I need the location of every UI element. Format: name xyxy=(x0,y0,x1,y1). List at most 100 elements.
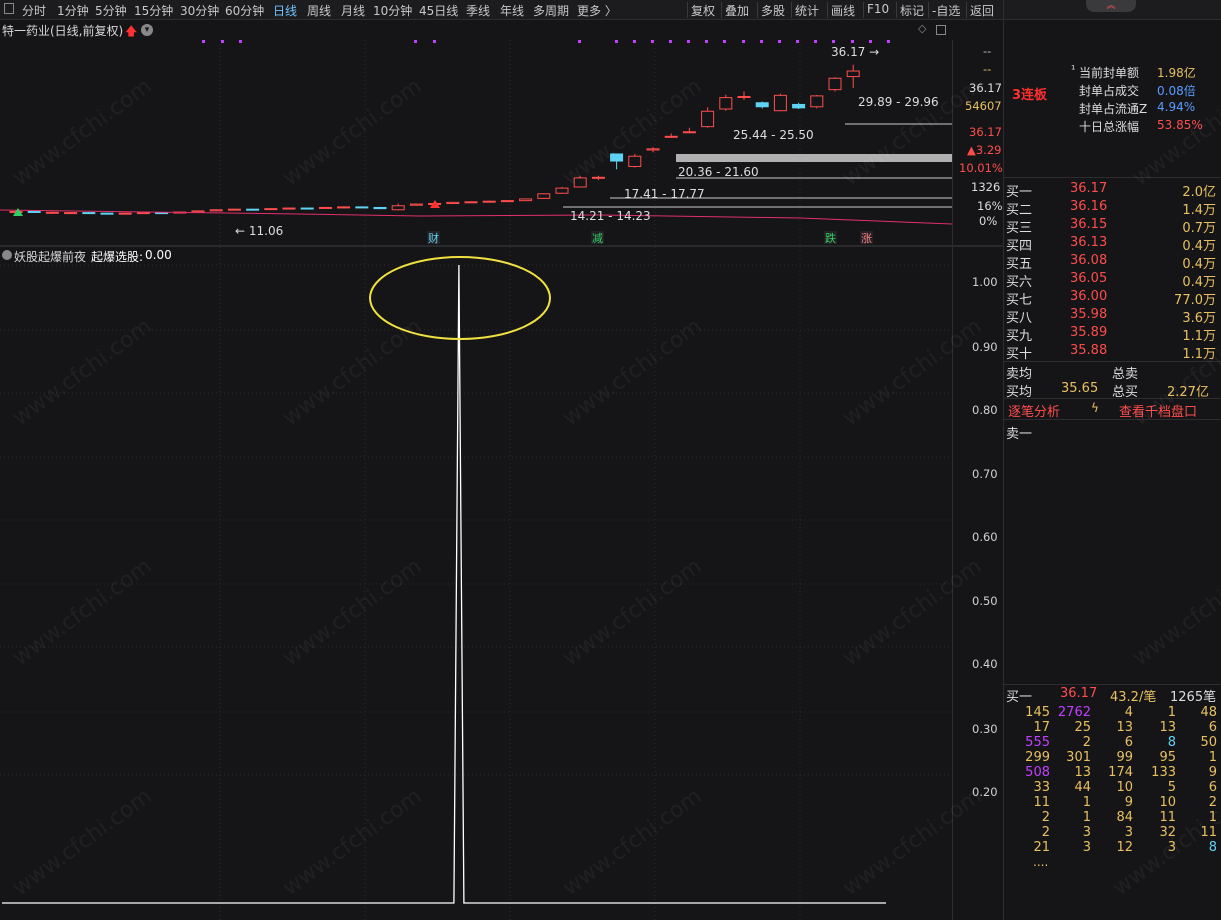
collapse-up-icon[interactable]: ︽ xyxy=(1086,0,1136,12)
signal-dot xyxy=(633,40,636,43)
buy-avg-value: 35.65 xyxy=(1061,381,1099,396)
tool-2[interactable]: 多股 xyxy=(761,2,785,19)
order-book-panel: ︽ 3连板 卖均 总卖 买均 35.65 总买 2.27亿 逐笔分析 ϟ 查看千… xyxy=(1003,0,1221,920)
candle-body xyxy=(828,77,842,91)
tool-4[interactable]: 画线 xyxy=(831,2,855,19)
period-tab-0[interactable]: 分时 xyxy=(22,2,46,19)
signal-dot xyxy=(832,40,835,43)
period-tab-13[interactable]: 多周期 xyxy=(533,2,569,19)
candle-body xyxy=(337,206,351,209)
candle-body xyxy=(755,102,769,108)
period-tab-12[interactable]: 年线 xyxy=(500,2,524,19)
axis-dash-2: -- xyxy=(983,62,992,76)
event-zhang-label: 涨 xyxy=(861,232,872,245)
signal-dot xyxy=(578,40,581,43)
candle-body xyxy=(810,95,824,108)
info-icon[interactable]: ¹ xyxy=(1071,63,1075,76)
tool-5[interactable]: F10 xyxy=(867,2,889,16)
period-tab-11[interactable]: 季线 xyxy=(466,2,490,19)
candle-body xyxy=(773,94,787,112)
axis-tick: 0.90 xyxy=(972,340,998,354)
period-tab-8[interactable]: 月线 xyxy=(341,2,365,19)
bid-price: 36.05 xyxy=(1070,271,1108,286)
bid-label: 买三 xyxy=(1006,221,1033,236)
event-cai-label: 财 xyxy=(428,231,439,245)
period-tab-10[interactable]: 45日线 xyxy=(419,2,458,19)
level-band xyxy=(676,154,952,162)
queue-cell: 2 xyxy=(1208,795,1217,810)
signal-dot xyxy=(778,40,781,43)
label-level-1: 29.89 - 29.96 xyxy=(858,95,939,109)
divider xyxy=(1004,398,1221,399)
signal-dot xyxy=(414,40,417,43)
tool-8[interactable]: 返回 xyxy=(970,2,994,19)
period-tab-14[interactable]: 更多 〉 xyxy=(577,2,617,19)
signal-dot xyxy=(760,40,763,43)
tool-6[interactable]: 标记 xyxy=(900,2,924,19)
candle-body xyxy=(373,206,387,210)
candle-body xyxy=(282,207,296,210)
tool-1[interactable]: 叠加 xyxy=(725,2,749,19)
bid-label: 买一 xyxy=(1006,185,1033,200)
candle-body xyxy=(464,201,478,204)
period-tab-4[interactable]: 30分钟 xyxy=(180,2,219,19)
chevron-down-icon[interactable]: ▾ xyxy=(141,24,153,36)
candle-body xyxy=(409,203,423,206)
seal-label: 十日总涨幅 xyxy=(1079,120,1140,134)
bid-volume: 0.4万 xyxy=(1182,257,1216,272)
candle-body xyxy=(591,176,605,179)
tool-0[interactable]: 复权 xyxy=(691,2,715,19)
kline-chart[interactable]: 36.17 → 29.89 - 29.96 25.44 - 25.50 20.36 -… xyxy=(0,40,952,245)
indicator-menu-icon[interactable] xyxy=(2,250,12,260)
candle-body xyxy=(610,153,624,162)
period-tab-6[interactable]: 日线 xyxy=(273,2,297,19)
bid-volume: 0.4万 xyxy=(1182,239,1216,254)
depth-link[interactable]: 查看千档盘口 xyxy=(1119,401,1197,420)
candle-body xyxy=(27,210,41,213)
event-die-label: 跌 xyxy=(825,231,836,245)
seal-row: 十日总涨幅 53.85% xyxy=(1004,117,1221,135)
seal-row: 封单占流通Z 4.94% xyxy=(1004,99,1221,117)
buy-avg-row: 买均 35.65 总买 2.27亿 xyxy=(1004,380,1221,400)
candle-body xyxy=(737,95,751,98)
period-tab-5[interactable]: 60分钟 xyxy=(225,2,264,19)
period-tab-9[interactable]: 10分钟 xyxy=(373,2,412,19)
axis-tick: 0.70 xyxy=(972,467,998,481)
period-tab-7[interactable]: 周线 xyxy=(307,2,331,19)
candle-body xyxy=(209,209,223,212)
maximize-icon[interactable] xyxy=(936,25,946,35)
queue-cell: 6 xyxy=(1208,720,1217,735)
candle-body xyxy=(136,212,150,215)
candle-body xyxy=(446,201,460,204)
tool-3[interactable]: 统计 xyxy=(795,2,819,19)
seal-label: 封单占流通Z xyxy=(1079,102,1148,116)
tool-7[interactable]: -自选 xyxy=(932,2,960,19)
period-tab-2[interactable]: 5分钟 xyxy=(95,2,127,19)
candle-body xyxy=(246,208,260,211)
panel-toggle-icon[interactable] xyxy=(4,3,14,14)
period-tab-1[interactable]: 1分钟 xyxy=(57,2,89,19)
signal-dot xyxy=(651,40,654,43)
candle-body xyxy=(537,193,551,199)
axis-last: 36.17 xyxy=(969,125,1002,139)
bid-label: 买十 xyxy=(1006,347,1033,362)
bid-price: 36.00 xyxy=(1070,289,1108,304)
indicator-chart[interactable] xyxy=(0,247,952,920)
bid-price: 36.17 xyxy=(1070,181,1108,196)
tick-analysis-link[interactable]: 逐笔分析 xyxy=(1008,401,1060,420)
seal-row: 封单占成交 0.08倍 xyxy=(1004,81,1221,99)
label-level-3: 20.36 - 21.60 xyxy=(678,165,759,179)
bid-price: 35.89 xyxy=(1070,325,1108,340)
ma-line xyxy=(0,209,952,225)
indicator-name[interactable]: 妖股起爆前夜 xyxy=(14,248,86,265)
signal-dot xyxy=(742,40,745,43)
candle-body xyxy=(82,212,96,215)
toolbar-separator xyxy=(928,2,929,18)
axis-tick: 1.00 xyxy=(972,275,998,289)
bid-label: 买五 xyxy=(1006,257,1033,272)
event-jian-label: 减 xyxy=(592,232,603,245)
stock-app: { "toolbar":{ "periods":["分时","1分钟","5分钟… xyxy=(0,0,1221,920)
candle-body xyxy=(846,70,860,78)
diamond-icon[interactable]: ◇ xyxy=(918,22,926,35)
period-tab-3[interactable]: 15分钟 xyxy=(134,2,173,19)
